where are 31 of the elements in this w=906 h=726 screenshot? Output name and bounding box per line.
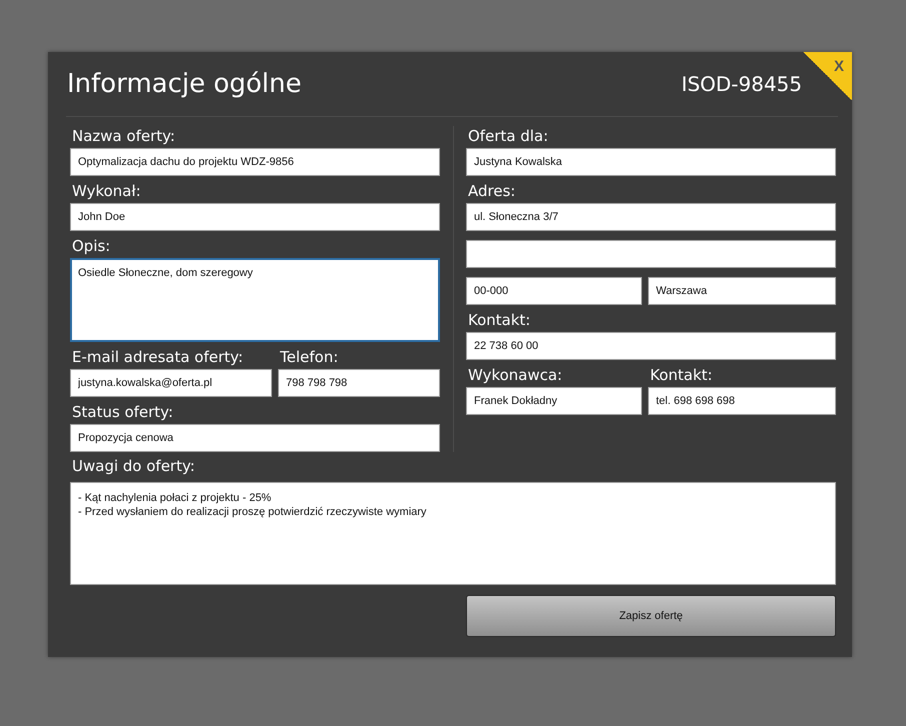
- field-label: Telefon:: [279, 347, 340, 367]
- field-label: Wykonał:: [71, 181, 142, 201]
- input-field[interactable]: Justyna Kowalska: [466, 148, 836, 176]
- input-field[interactable]: Franek Dokładny: [466, 387, 642, 415]
- field-label: Uwagi do oferty:: [71, 456, 196, 476]
- field-label: E-mail adresata oferty:: [71, 347, 244, 367]
- text-area[interactable]: Osiedle Słoneczne, dom szeregowy: [70, 258, 440, 342]
- field-label: Opis:: [71, 236, 112, 256]
- field-label: Status oferty:: [71, 402, 174, 422]
- input-field[interactable]: ul. Słoneczna 3/7: [466, 203, 836, 231]
- field-label: Nazwa oferty:: [71, 126, 176, 146]
- offer-number: ISOD-98455: [681, 72, 802, 96]
- input-field[interactable]: tel. 698 698 698: [648, 387, 836, 415]
- input-field[interactable]: Warszawa: [648, 277, 836, 305]
- dialog-title: Informacje ogólne: [67, 69, 302, 99]
- input-field[interactable]: Optymalizacja dachu do projektu WDZ-9856: [70, 148, 440, 176]
- field-label: Kontakt:: [467, 310, 532, 330]
- save-button[interactable]: Zapisz ofertę: [466, 595, 836, 637]
- field-label: Oferta dla:: [467, 126, 550, 146]
- input-field[interactable]: justyna.kowalska@oferta.pl: [70, 369, 272, 397]
- input-field[interactable]: 22 738 60 00: [466, 332, 836, 360]
- close-button[interactable]: X: [803, 52, 852, 100]
- field-label: Kontakt:: [649, 365, 714, 385]
- notes-area[interactable]: - Kąt nachylenia połaci z projektu - 25% - Przed wysłaniem do realizacji proszę potwierdzić rzeczywiste wymiary: [70, 482, 836, 585]
- input-field[interactable]: Propozycja cenowa: [70, 424, 440, 452]
- input-field[interactable]: 798 798 798: [278, 369, 440, 397]
- input-field[interactable]: John Doe: [70, 203, 440, 231]
- field-label: Wykonawca:: [467, 365, 564, 385]
- input-field[interactable]: [466, 240, 836, 268]
- field-label: Adres:: [467, 181, 516, 201]
- input-field[interactable]: 00-000: [466, 277, 642, 305]
